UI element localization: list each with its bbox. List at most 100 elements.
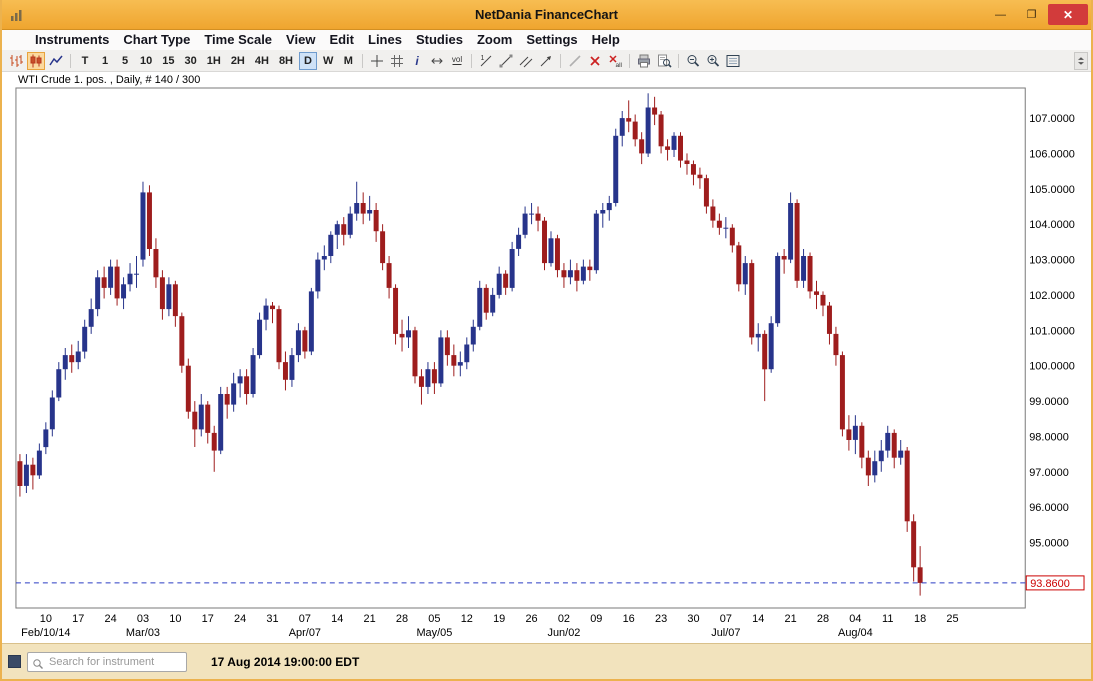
minimize-button[interactable]: — [986, 4, 1015, 25]
close-button[interactable]: ✕ [1048, 4, 1088, 25]
menu-item-view[interactable]: View [279, 30, 322, 50]
menu-item-edit[interactable]: Edit [322, 30, 361, 50]
timeframe-button-4h[interactable]: 4H [251, 52, 273, 70]
h-scroll-button[interactable] [428, 52, 446, 70]
grid-button[interactable] [388, 52, 406, 70]
arrow-line-button[interactable] [537, 52, 555, 70]
menu-item-settings[interactable]: Settings [519, 30, 584, 50]
instrument-label: WTI Crude 1. pos. , Daily, # 140 / 300 [18, 74, 200, 86]
y-axis-label: 106.0000 [1029, 148, 1075, 160]
zoom-in-button[interactable] [704, 52, 722, 70]
candlestick-chart[interactable]: WTI Crude 1. pos. , Daily, # 140 / 300 10… [2, 72, 1091, 643]
line-chart-icon [48, 53, 64, 69]
x-axis-month-label: Aug/04 [838, 627, 873, 639]
y-axis-label: 102.0000 [1029, 290, 1075, 302]
ray-button[interactable] [497, 52, 515, 70]
current-price-label: 93.8600 [1030, 578, 1070, 590]
menu-bar: InstrumentsChart TypeTime ScaleViewEditL… [2, 30, 1091, 50]
timeframe-button-d[interactable]: D [299, 52, 317, 70]
zoom-out-button[interactable] [684, 52, 702, 70]
x-axis-tick-label: 21 [785, 613, 797, 625]
menu-item-lines[interactable]: Lines [361, 30, 409, 50]
print-preview-icon [656, 53, 672, 69]
delete-all-icon: all [607, 53, 623, 69]
y-axis-label: 104.0000 [1029, 219, 1075, 231]
timestamp: 17 Aug 2014 19:00:00 EDT [211, 655, 359, 669]
menu-item-chart-type[interactable]: Chart Type [116, 30, 197, 50]
remove-line-button[interactable] [566, 52, 584, 70]
x-axis-tick-label: 25 [946, 613, 958, 625]
channel-button[interactable] [517, 52, 535, 70]
x-axis-tick-label: 30 [687, 613, 699, 625]
x-axis-month-label: Feb/10/14 [21, 627, 70, 639]
menu-item-zoom[interactable]: Zoom [470, 30, 519, 50]
y-axis-label: 103.0000 [1029, 255, 1075, 267]
toolbar-separator [629, 54, 630, 68]
svg-text:1: 1 [481, 55, 485, 62]
toolbar-separator [70, 54, 71, 68]
x-axis-tick-label: 26 [525, 613, 537, 625]
remove-line-icon [567, 53, 583, 69]
x-axis-tick-label: 09 [590, 613, 602, 625]
toolbar: T151015301H2H4H8HDWMivol1all [2, 50, 1091, 72]
app-window: NetDania FinanceChart — ❐ ✕ InstrumentsC… [0, 0, 1093, 681]
timeframe-button-5[interactable]: 5 [116, 52, 134, 70]
menu-item-studies[interactable]: Studies [409, 30, 470, 50]
x-axis-month-label: Apr/07 [289, 627, 321, 639]
timeframe-button-t[interactable]: T [76, 52, 94, 70]
x-axis-month-label: May/05 [416, 627, 452, 639]
line-chart-button[interactable] [47, 52, 65, 70]
toolbar-separator [560, 54, 561, 68]
x-axis-tick-label: 07 [720, 613, 732, 625]
volume-button[interactable]: vol [448, 52, 466, 70]
menu-item-time-scale[interactable]: Time Scale [197, 30, 279, 50]
x-axis-tick-label: 05 [428, 613, 440, 625]
print-preview-button[interactable] [655, 52, 673, 70]
crosshair-button[interactable] [368, 52, 386, 70]
statusbar-logo-icon [8, 655, 21, 668]
y-axis-label: 105.0000 [1029, 184, 1075, 196]
chart-plot[interactable]: WTI Crude 1. pos. , Daily, # 140 / 300 10… [2, 72, 1091, 643]
menu-item-help[interactable]: Help [585, 30, 627, 50]
menu-item-instruments[interactable]: Instruments [28, 30, 116, 50]
trendline-button[interactable]: 1 [477, 52, 495, 70]
timeframe-button-10[interactable]: 10 [136, 52, 156, 70]
h-arrows-icon [429, 53, 445, 69]
status-bar: 17 Aug 2014 19:00:00 EDT [2, 643, 1091, 679]
info-button[interactable]: i [408, 52, 426, 70]
delete-button[interactable] [586, 52, 604, 70]
x-axis-tick-label: 16 [623, 613, 635, 625]
timeframe-button-15[interactable]: 15 [158, 52, 178, 70]
title-bar[interactable]: NetDania FinanceChart — ❐ ✕ [2, 0, 1091, 30]
window-controls: — ❐ ✕ [986, 0, 1091, 29]
x-axis-tick-label: 02 [558, 613, 570, 625]
zoom-fit-button[interactable] [724, 52, 742, 70]
svg-text:all: all [616, 62, 623, 69]
maximize-button[interactable]: ❐ [1017, 4, 1046, 25]
x-axis-tick-label: 31 [266, 613, 278, 625]
x-axis-tick-label: 28 [396, 613, 408, 625]
delete-all-button[interactable]: all [606, 52, 624, 70]
timeframe-button-8h[interactable]: 8H [275, 52, 297, 70]
timeframe-button-1h[interactable]: 1H [203, 52, 225, 70]
app-icon [9, 7, 25, 23]
search-box[interactable] [27, 652, 187, 672]
bar-chart-button[interactable] [7, 52, 25, 70]
timeframe-button-m[interactable]: M [339, 52, 357, 70]
toolbar-overflow-button[interactable] [1074, 52, 1088, 70]
print-button[interactable] [635, 52, 653, 70]
y-axis-label: 107.0000 [1029, 113, 1075, 125]
plot-border [16, 88, 1025, 608]
y-axis-label: 97.0000 [1029, 467, 1069, 479]
search-input[interactable] [47, 655, 182, 669]
candlestick-chart-button[interactable] [27, 52, 45, 70]
timeframe-button-w[interactable]: W [319, 52, 337, 70]
crosshair-icon [369, 53, 385, 69]
x-axis-tick-label: 19 [493, 613, 505, 625]
toolbar-separator [678, 54, 679, 68]
timeframe-button-1[interactable]: 1 [96, 52, 114, 70]
timeframe-button-2h[interactable]: 2H [227, 52, 249, 70]
x-axis-tick-label: 21 [364, 613, 376, 625]
timeframe-button-30[interactable]: 30 [181, 52, 201, 70]
svg-text:i: i [416, 54, 420, 68]
